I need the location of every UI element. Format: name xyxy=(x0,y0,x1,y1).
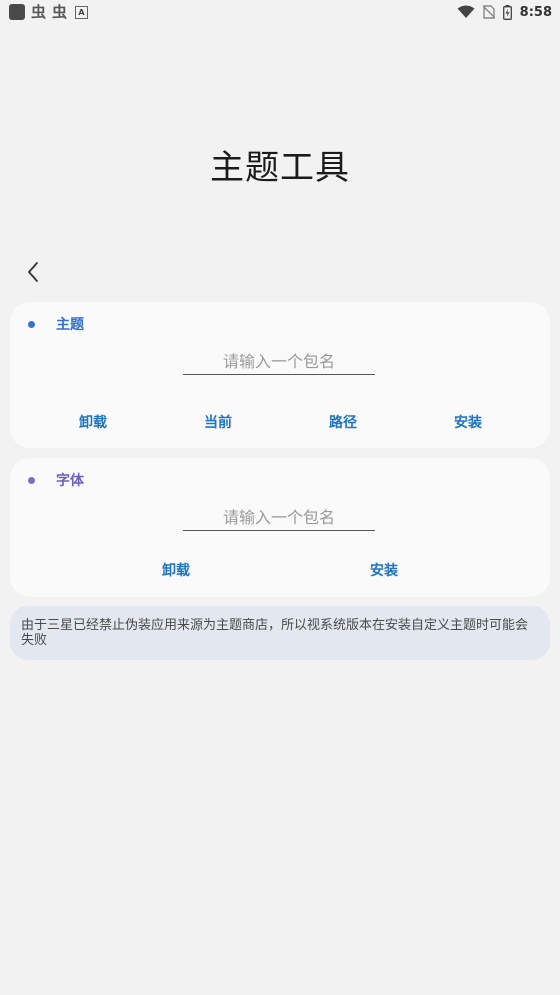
bug-notification-icon: 虫 xyxy=(31,3,47,21)
bug-notification-icon-2: 虫 xyxy=(52,3,68,21)
font-dot-icon xyxy=(28,476,35,484)
wifi-icon xyxy=(457,5,475,18)
theme-install-button[interactable]: 安装 xyxy=(454,412,482,432)
theme-path-button[interactable]: 路径 xyxy=(329,412,357,432)
app-notification-icon xyxy=(9,4,25,20)
back-button[interactable] xyxy=(22,258,46,286)
font-card-title: 字体 xyxy=(56,473,84,489)
theme-package-input[interactable] xyxy=(183,348,375,374)
font-package-input[interactable] xyxy=(183,504,375,530)
status-time: 8:58 xyxy=(519,4,552,20)
battery-charging-icon xyxy=(502,4,512,20)
chevron-left-icon xyxy=(28,262,38,282)
status-bar: 虫 虫 A 8:58 xyxy=(0,0,560,24)
notice-text: 由于三星已经禁止伪装应用来源为主题商店，所以视系统版本在安装自定义主题时可能会失… xyxy=(21,618,529,648)
font-install-button[interactable]: 安装 xyxy=(370,560,398,580)
status-bar-left: 虫 虫 A xyxy=(9,3,89,21)
font-uninstall-button[interactable]: 卸载 xyxy=(162,560,190,580)
no-sim-icon xyxy=(482,5,495,19)
theme-card: 主题 卸载 当前 路径 安装 xyxy=(10,302,550,448)
font-card-header: 字体 xyxy=(26,470,84,490)
theme-card-header: 主题 xyxy=(26,314,84,334)
font-package-field xyxy=(183,504,375,531)
theme-current-button[interactable]: 当前 xyxy=(204,412,232,432)
theme-dot-icon xyxy=(28,320,35,328)
a-notification-icon: A xyxy=(75,5,89,19)
theme-package-field xyxy=(183,348,375,375)
status-bar-right: 8:58 xyxy=(457,2,552,22)
theme-uninstall-button[interactable]: 卸载 xyxy=(79,412,107,432)
theme-card-title: 主题 xyxy=(56,317,84,333)
font-card: 字体 卸载 安装 xyxy=(10,458,550,597)
notice-banner: 由于三星已经禁止伪装应用来源为主题商店，所以视系统版本在安装自定义主题时可能会失… xyxy=(10,606,550,660)
page-title: 主题工具 xyxy=(210,148,350,188)
